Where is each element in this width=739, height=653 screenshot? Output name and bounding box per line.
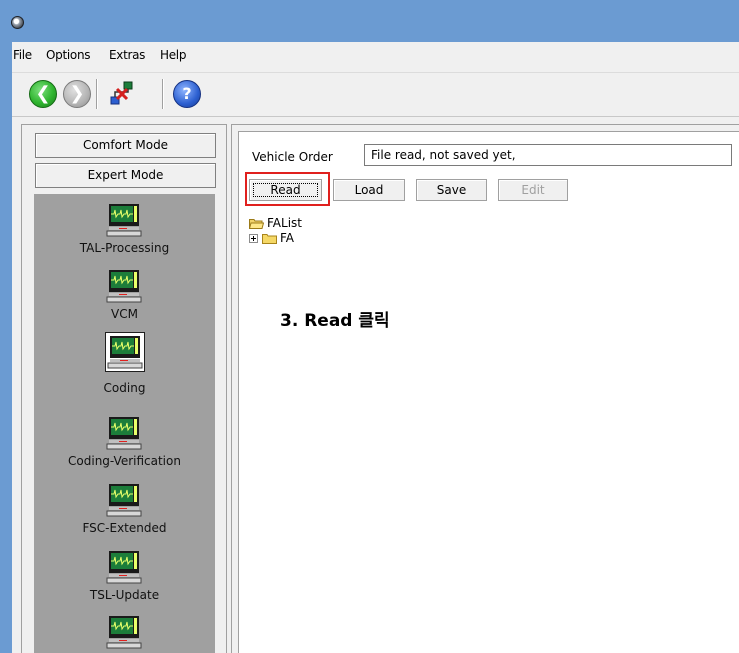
sidebar-item-coding-verification[interactable]: Coding-Verification bbox=[34, 414, 215, 484]
coding-panel: Vehicle Order File read, not saved yet, … bbox=[238, 131, 739, 653]
application-window: File Options Extras Help ❮ ❯ ? Comfort M… bbox=[0, 0, 739, 653]
menu-options[interactable]: Options bbox=[46, 48, 91, 62]
toolbar-separator bbox=[96, 79, 98, 109]
comfort-mode-button[interactable]: Comfort Mode bbox=[35, 133, 216, 158]
forward-button[interactable]: ❯ bbox=[63, 80, 91, 108]
sidebar-item-next[interactable] bbox=[34, 613, 215, 653]
sidebar-item-label: TSL-Update bbox=[89, 588, 160, 602]
menu-extras[interactable]: Extras bbox=[109, 48, 145, 62]
monitor-icon bbox=[106, 615, 142, 649]
monitor-icon bbox=[106, 269, 142, 303]
forward-arrow-icon: ❯ bbox=[69, 83, 85, 104]
monitor-icon bbox=[105, 332, 145, 372]
sidebar-item-label: Coding bbox=[103, 381, 146, 395]
expand-plus-icon[interactable] bbox=[249, 234, 258, 243]
toolbar: ❮ ❯ ? bbox=[12, 73, 739, 117]
window-frame-left bbox=[0, 42, 12, 653]
menu-help[interactable]: Help bbox=[160, 48, 186, 62]
app-globe-icon bbox=[11, 16, 24, 29]
main-panel: Vehicle Order File read, not saved yet, … bbox=[231, 124, 739, 653]
edit-button[interactable]: Edit bbox=[498, 179, 568, 201]
back-arrow-icon: ❮ bbox=[35, 83, 51, 104]
sidebar-item-label: TAL-Processing bbox=[79, 241, 170, 255]
vehicle-order-label: Vehicle Order bbox=[252, 150, 333, 164]
help-icon: ? bbox=[182, 84, 192, 103]
read-highlight-box bbox=[245, 172, 330, 206]
monitor-icon bbox=[106, 203, 142, 237]
function-list: TAL-Processing VCM Coding Coding-Verific… bbox=[34, 194, 215, 653]
tree-node-label: FA bbox=[280, 231, 295, 245]
monitor-icon bbox=[106, 550, 142, 584]
sidebar: Comfort Mode Expert Mode TAL-Processing … bbox=[21, 124, 227, 653]
tree-node-fa[interactable]: FA bbox=[249, 231, 294, 245]
back-button[interactable]: ❮ bbox=[29, 80, 57, 108]
load-button[interactable]: Load bbox=[333, 179, 405, 201]
title-bar bbox=[0, 0, 739, 42]
menu-bar: File Options Extras Help bbox=[12, 42, 739, 73]
sidebar-item-coding[interactable]: Coding bbox=[34, 332, 215, 402]
folder-icon bbox=[262, 234, 277, 244]
sidebar-item-vcm[interactable]: VCM bbox=[34, 267, 215, 337]
tree-node-label: FAList bbox=[267, 216, 302, 230]
vehicle-order-field[interactable]: File read, not saved yet, bbox=[364, 144, 732, 166]
network-button[interactable] bbox=[108, 80, 136, 108]
sidebar-item-tal-processing[interactable]: TAL-Processing bbox=[34, 201, 215, 271]
sidebar-item-label: VCM bbox=[111, 307, 138, 321]
save-button[interactable]: Save bbox=[416, 179, 487, 201]
toolbar-separator-2 bbox=[162, 79, 164, 109]
sidebar-item-fsc-extended[interactable]: FSC-Extended bbox=[34, 481, 215, 551]
open-folder-icon bbox=[249, 219, 264, 229]
sidebar-item-label: FSC-Extended bbox=[82, 521, 167, 535]
step-annotation: 3. Read 클릭 bbox=[280, 311, 390, 331]
sidebar-item-label: Coding-Verification bbox=[68, 454, 181, 468]
monitor-icon bbox=[106, 483, 142, 517]
monitor-icon bbox=[106, 416, 142, 450]
sidebar-item-tsl-update[interactable]: TSL-Update bbox=[34, 548, 215, 618]
menu-file[interactable]: File bbox=[13, 48, 32, 62]
expert-mode-button[interactable]: Expert Mode bbox=[35, 163, 216, 188]
network-icon bbox=[110, 81, 133, 105]
tree-node-falist[interactable]: FAList bbox=[249, 216, 302, 230]
help-button[interactable]: ? bbox=[173, 80, 201, 108]
